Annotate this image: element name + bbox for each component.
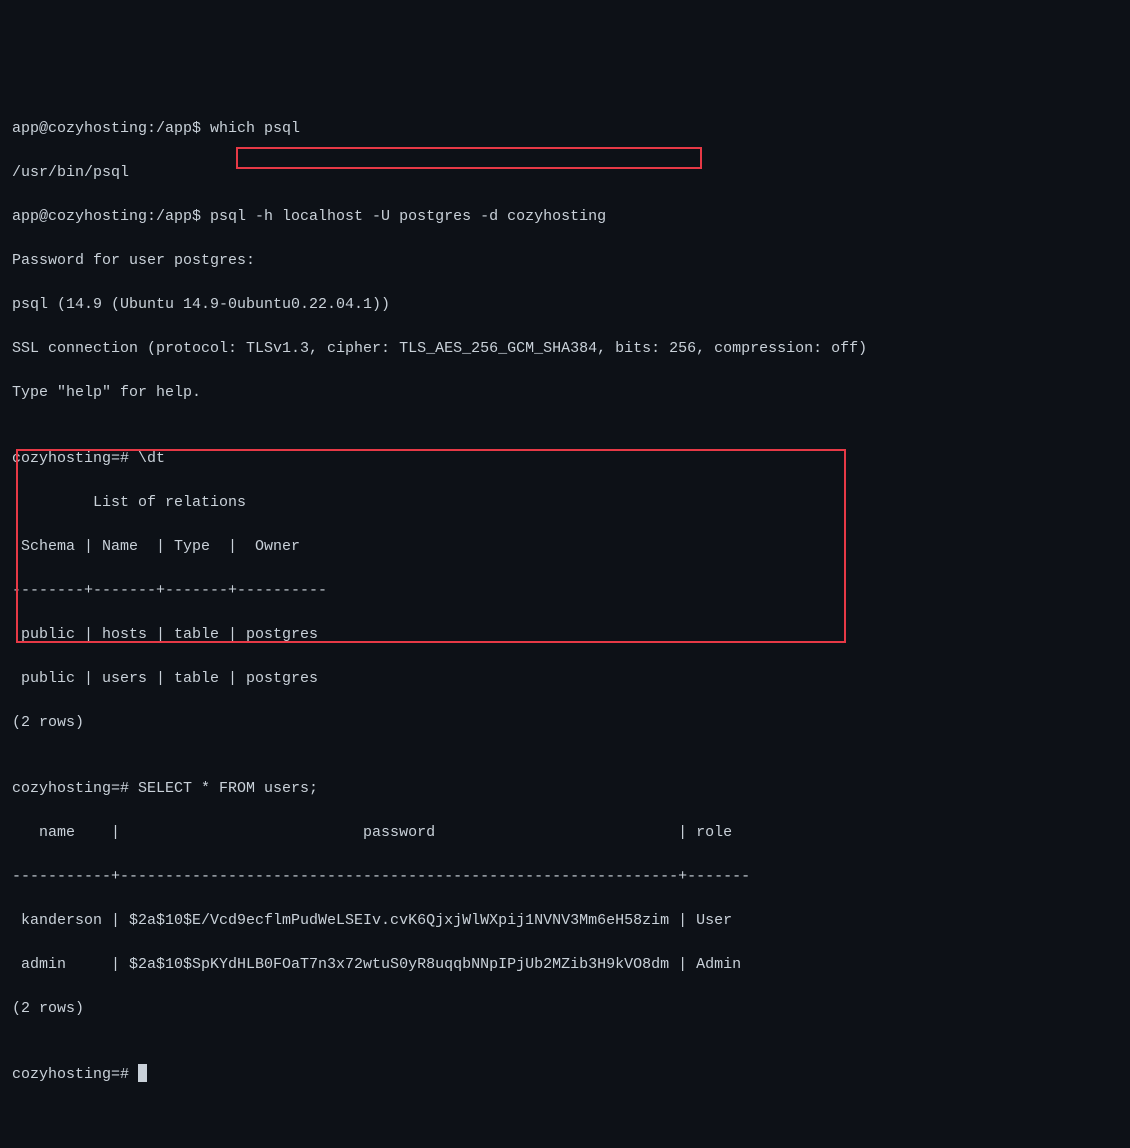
terminal-output[interactable]: app@cozyhosting:/app$ which psql /usr/bi… [12,96,1118,1148]
table-title-line: List of relations [12,492,1118,514]
shell-line: app@cozyhosting:/app$ psql -h localhost … [12,206,1118,228]
ssl-info-line: SSL connection (protocol: TLSv1.3, ciphe… [12,338,1118,360]
row-count-line: (2 rows) [12,998,1118,1020]
psql-command-line: cozyhosting=# \dt [12,448,1118,470]
table-header-line: Schema | Name | Type | Owner [12,536,1118,558]
output-line: /usr/bin/psql [12,162,1118,184]
password-prompt-line: Password for user postgres: [12,250,1118,272]
table-row: public | users | table | postgres [12,668,1118,690]
table-row: public | hosts | table | postgres [12,624,1118,646]
cursor-icon [138,1064,147,1082]
table-separator-line: -----------+----------------------------… [12,866,1118,888]
psql-prompt-text: cozyhosting=# [12,1066,138,1083]
row-count-line: (2 rows) [12,712,1118,734]
table-row: admin | $2a$10$SpKYdHLB0FOaT7n3x72wtuS0y… [12,954,1118,976]
table-header-line: name | password | role [12,822,1118,844]
help-hint-line: Type "help" for help. [12,382,1118,404]
psql-prompt-line[interactable]: cozyhosting=# [12,1064,1118,1086]
table-separator-line: --------+-------+-------+---------- [12,580,1118,602]
psql-command-line: cozyhosting=# SELECT * FROM users; [12,778,1118,800]
shell-line: app@cozyhosting:/app$ which psql [12,118,1118,140]
psql-version-line: psql (14.9 (Ubuntu 14.9-0ubuntu0.22.04.1… [12,294,1118,316]
table-row: kanderson | $2a$10$E/Vcd9ecflmPudWeLSEIv… [12,910,1118,932]
